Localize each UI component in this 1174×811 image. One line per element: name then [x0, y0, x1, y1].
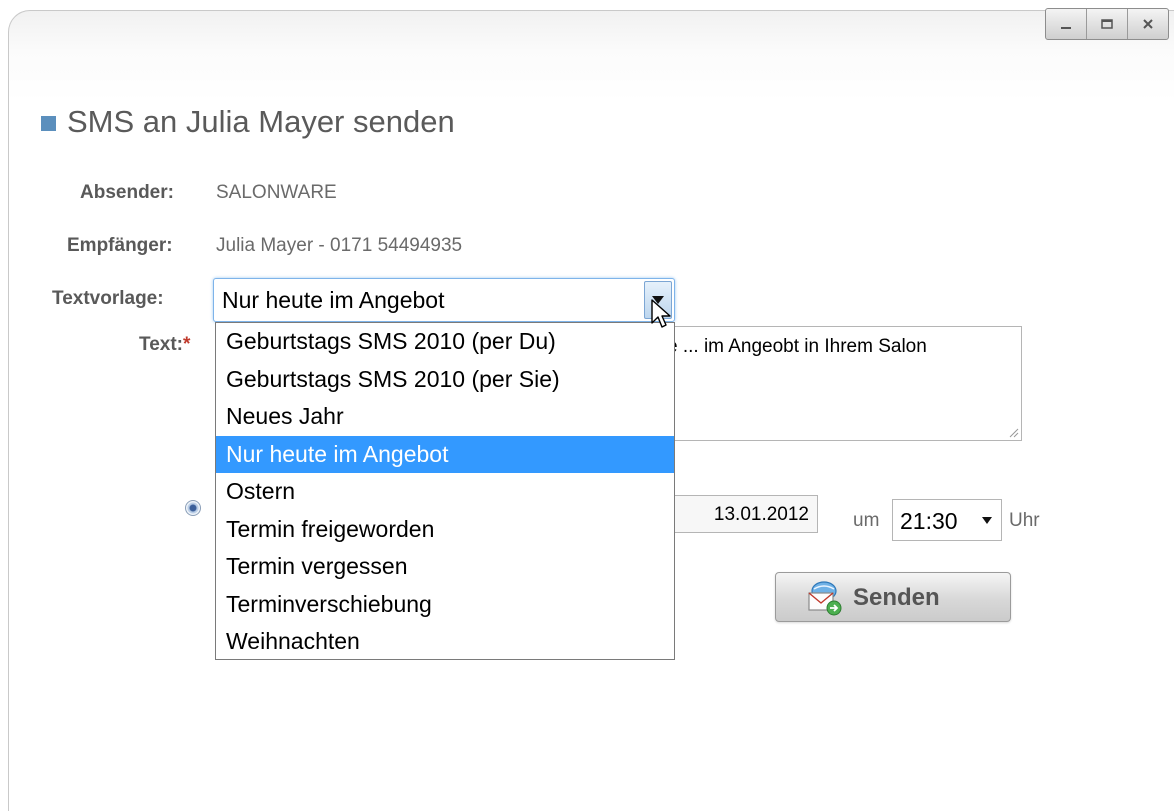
textvorlage-label: Textvorlage: [52, 288, 164, 309]
dropdown-option[interactable]: Weihnachten [216, 623, 674, 661]
date-value: 13.01.2012 [713, 504, 809, 525]
text-label-text: Text: [139, 334, 183, 355]
textvorlage-selected-value: Nur heute im Angebot [222, 287, 445, 313]
absender-label: Absender: [80, 182, 174, 203]
time-select[interactable]: 21:30 [892, 499, 1002, 541]
textvorlage-dropdown-list: Geburtstags SMS 2010 (per Du) Geburtstag… [215, 322, 675, 660]
window-controls [1045, 8, 1169, 40]
close-icon [1143, 19, 1153, 29]
text-textarea-content: e ... im Angeobt in Ihrem Salon [667, 336, 927, 357]
resize-grip-icon[interactable] [1007, 426, 1019, 438]
dropdown-option[interactable]: Ostern [216, 473, 674, 511]
dropdown-option[interactable]: Neues Jahr [216, 398, 674, 436]
close-button[interactable] [1128, 9, 1168, 39]
minimize-button[interactable] [1046, 9, 1087, 39]
chevron-down-icon [982, 517, 992, 524]
uhr-label: Uhr [1009, 510, 1040, 531]
schedule-radio[interactable] [185, 500, 201, 516]
text-label: Text:* [139, 334, 190, 356]
time-value: 21:30 [900, 508, 958, 534]
maximize-button[interactable] [1087, 9, 1128, 39]
um-label: um [853, 510, 880, 531]
send-button-label: Senden [853, 584, 940, 611]
dropdown-option[interactable]: Terminverschiebung [216, 586, 674, 624]
send-mail-icon [808, 581, 842, 616]
absender-value: SALONWARE [216, 182, 337, 203]
mouse-cursor-icon [651, 299, 671, 328]
date-field[interactable]: 13.01.2012 [660, 495, 818, 533]
textvorlage-select[interactable]: Nur heute im Angebot [213, 278, 675, 322]
minimize-icon [1061, 27, 1071, 29]
dropdown-option[interactable]: Geburtstags SMS 2010 (per Sie) [216, 361, 674, 399]
empfaenger-label: Empfänger: [67, 235, 173, 256]
dropdown-option[interactable]: Geburtstags SMS 2010 (per Du) [216, 323, 674, 361]
page-title: SMS an Julia Mayer senden [67, 104, 455, 139]
send-button[interactable]: Senden [775, 572, 1011, 622]
dropdown-option-selected[interactable]: Nur heute im Angebot [216, 435, 674, 473]
title-bullet-icon [41, 116, 56, 131]
maximize-icon [1101, 19, 1113, 29]
required-marker: * [182, 334, 191, 355]
dropdown-option[interactable]: Termin freigeworden [216, 511, 674, 549]
text-textarea[interactable]: e ... im Angeobt in Ihrem Salon [660, 326, 1022, 441]
dropdown-option[interactable]: Termin vergessen [216, 548, 674, 586]
empfaenger-value: Julia Mayer - 0171 54494935 [216, 235, 463, 256]
